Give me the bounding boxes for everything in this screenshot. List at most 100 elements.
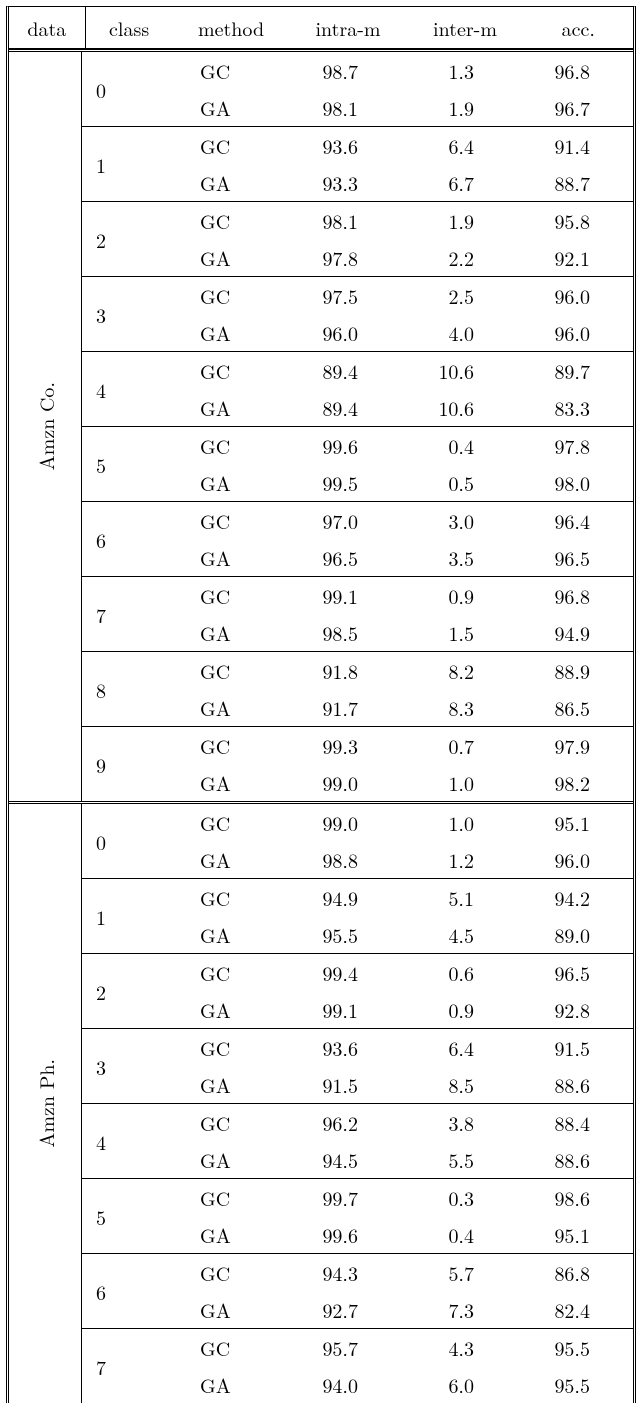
cell-method: GC [166, 727, 282, 764]
class-label: 0 [82, 52, 166, 126]
table-row: GA95.54.589.0 [166, 916, 633, 953]
class-group: 1GC93.66.491.4GA93.36.788.7 [82, 126, 633, 201]
class-label: 7 [82, 1329, 166, 1403]
table-row: GC99.01.095.1 [166, 804, 633, 841]
cell-method: GC [166, 954, 282, 991]
class-label: 2 [82, 202, 166, 276]
cell-method: GA [166, 1216, 282, 1253]
cell-interm: 8.2 [398, 652, 514, 689]
cell-method: GA [166, 1141, 282, 1178]
header-interm: inter-m [407, 7, 524, 48]
class-group: 6GC97.03.096.4GA96.53.596.5 [82, 501, 633, 576]
data-label-text: Amzn Ph. [31, 1059, 60, 1148]
cell-acc: 98.2 [514, 764, 622, 801]
cell-acc: 82.4 [514, 1291, 622, 1328]
cell-intram: 92.7 [282, 1291, 398, 1328]
cell-interm: 0.3 [398, 1179, 514, 1216]
cell-interm: 5.7 [398, 1254, 514, 1291]
cell-interm: 10.6 [398, 352, 514, 389]
header-method: method [173, 7, 290, 48]
table-row: GC99.30.797.9 [166, 727, 633, 764]
cell-intram: 96.5 [282, 539, 398, 576]
table-header: data class method intra-m inter-m acc. [9, 7, 633, 49]
cell-interm: 1.0 [398, 804, 514, 841]
cell-acc: 89.0 [514, 916, 622, 953]
cell-acc: 86.5 [514, 689, 622, 726]
cell-acc: 92.8 [514, 991, 622, 1028]
class-label: 3 [82, 1029, 166, 1103]
cell-intram: 97.8 [282, 239, 398, 276]
cell-acc: 94.2 [514, 879, 622, 916]
cell-interm: 1.9 [398, 202, 514, 239]
table-row: GA99.01.098.2 [166, 764, 633, 801]
cell-interm: 6.4 [398, 127, 514, 164]
cell-method: GA [166, 539, 282, 576]
cell-intram: 89.4 [282, 352, 398, 389]
cell-interm: 1.0 [398, 764, 514, 801]
cell-method: GA [166, 916, 282, 953]
cell-intram: 98.5 [282, 614, 398, 651]
table-row: GC93.66.491.4 [166, 127, 633, 164]
table-row: GA91.58.588.6 [166, 1066, 633, 1103]
cell-interm: 3.0 [398, 502, 514, 539]
class-label: 4 [82, 352, 166, 426]
table-row: GA94.55.588.6 [166, 1141, 633, 1178]
cell-interm: 6.7 [398, 164, 514, 201]
cell-interm: 5.1 [398, 879, 514, 916]
cell-acc: 95.5 [514, 1329, 622, 1366]
data-table: data class method intra-m inter-m acc. A… [6, 6, 636, 1403]
header-acc: acc. [524, 7, 633, 48]
cell-acc: 95.1 [514, 804, 622, 841]
class-group: 3GC97.52.596.0GA96.04.096.0 [82, 276, 633, 351]
cell-method: GC [166, 52, 282, 89]
table-row: GA99.10.992.8 [166, 991, 633, 1028]
cell-intram: 94.0 [282, 1366, 398, 1403]
cell-interm: 0.4 [398, 1216, 514, 1253]
cell-acc: 88.9 [514, 652, 622, 689]
cell-interm: 10.6 [398, 389, 514, 426]
cell-method: GA [166, 464, 282, 501]
cell-method: GC [166, 277, 282, 314]
cell-acc: 83.3 [514, 389, 622, 426]
cell-acc: 88.7 [514, 164, 622, 201]
cell-acc: 92.1 [514, 239, 622, 276]
table-row: GC99.70.398.6 [166, 1179, 633, 1216]
cell-acc: 96.0 [514, 841, 622, 878]
cell-method: GC [166, 1254, 282, 1291]
class-group: 0GC99.01.095.1GA98.81.296.0 [82, 804, 633, 878]
table-row: GC99.60.497.8 [166, 427, 633, 464]
class-group: 3GC93.66.491.5GA91.58.588.6 [82, 1028, 633, 1103]
cell-interm: 2.2 [398, 239, 514, 276]
table-row: GC99.40.696.5 [166, 954, 633, 991]
data-label-text: Amzn Co. [31, 382, 60, 470]
cell-method: GC [166, 427, 282, 464]
cell-interm: 1.3 [398, 52, 514, 89]
cell-intram: 91.7 [282, 689, 398, 726]
cell-interm: 3.8 [398, 1104, 514, 1141]
class-label: 0 [82, 804, 166, 878]
class-label: 2 [82, 954, 166, 1028]
cell-method: GA [166, 239, 282, 276]
cell-method: GC [166, 1029, 282, 1066]
class-label: 5 [82, 427, 166, 501]
cell-interm: 4.5 [398, 916, 514, 953]
cell-acc: 91.4 [514, 127, 622, 164]
cell-acc: 96.0 [514, 314, 622, 351]
cell-intram: 93.6 [282, 127, 398, 164]
cell-method: GA [166, 841, 282, 878]
cell-interm: 0.5 [398, 464, 514, 501]
cell-interm: 6.4 [398, 1029, 514, 1066]
data-section: Amzn Co.0GC98.71.396.8GA98.11.996.71GC93… [9, 52, 633, 801]
cell-method: GC [166, 1179, 282, 1216]
data-label: Amzn Ph. [9, 804, 82, 1403]
cell-acc: 98.6 [514, 1179, 622, 1216]
cell-acc: 96.7 [514, 89, 622, 126]
class-label: 1 [82, 127, 166, 201]
cell-interm: 8.5 [398, 1066, 514, 1103]
cell-intram: 97.5 [282, 277, 398, 314]
cell-method: GA [166, 1291, 282, 1328]
cell-intram: 99.7 [282, 1179, 398, 1216]
cell-method: GA [166, 764, 282, 801]
cell-interm: 1.2 [398, 841, 514, 878]
cell-acc: 96.0 [514, 277, 622, 314]
